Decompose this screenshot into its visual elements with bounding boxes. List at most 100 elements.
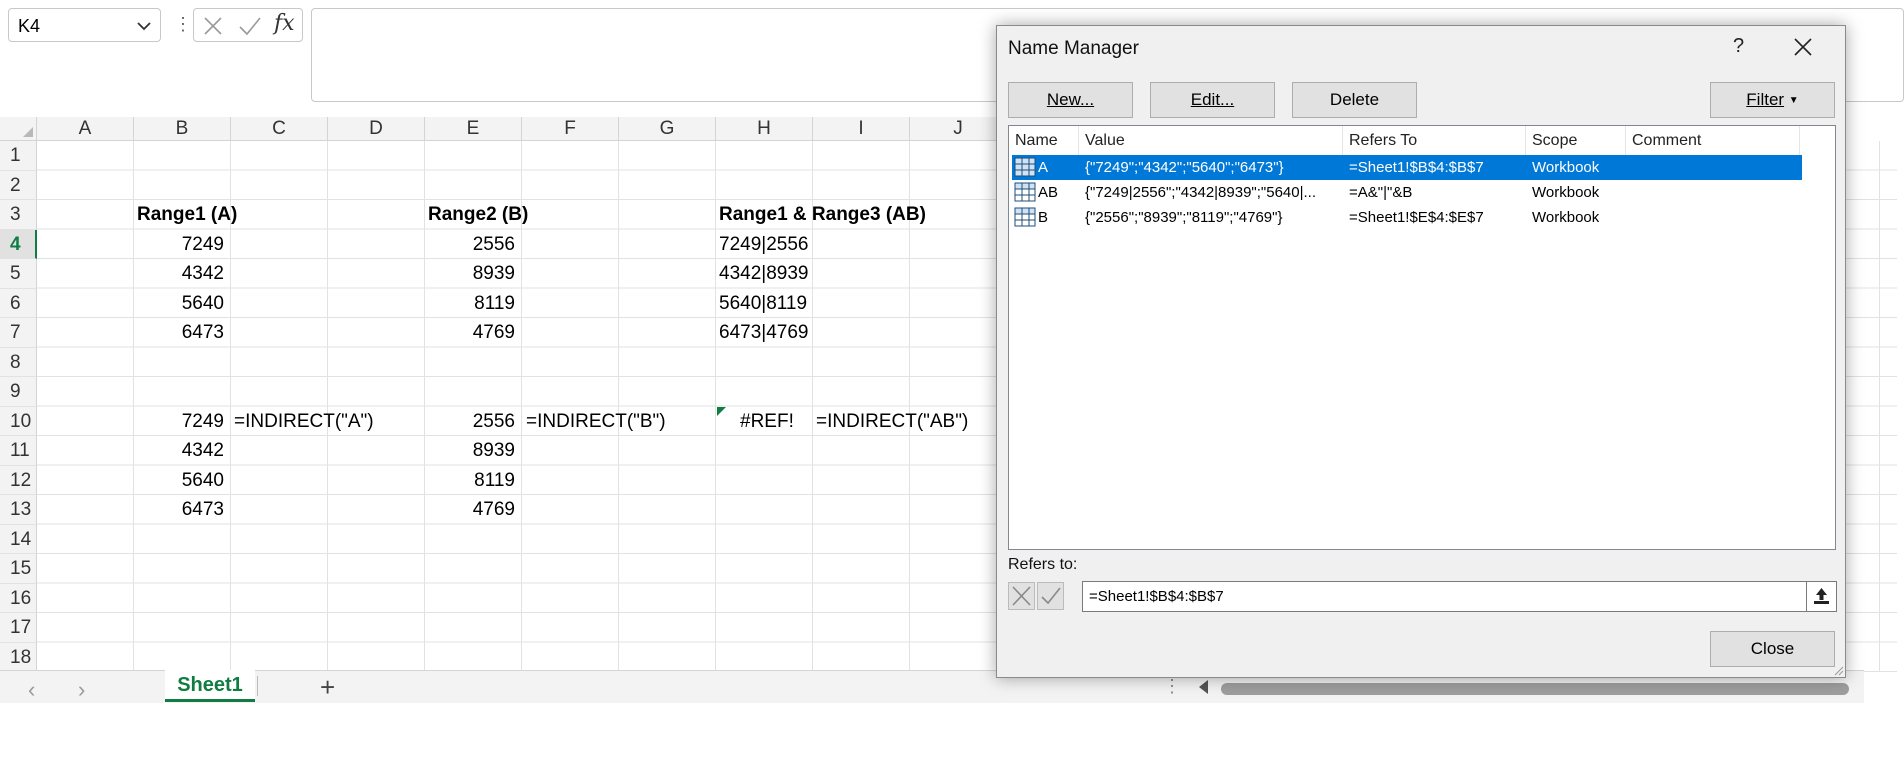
check-icon[interactable]	[238, 15, 262, 37]
row-header[interactable]: 9	[0, 377, 37, 407]
col-comment-header[interactable]: Comment	[1626, 126, 1800, 156]
column-header[interactable]: G	[619, 117, 716, 141]
row-header[interactable]: 2	[0, 170, 37, 200]
close-button[interactable]: Close	[1710, 631, 1835, 667]
cell-h10[interactable]: #REF!	[740, 407, 794, 437]
filter-button[interactable]: Filter ▼	[1710, 82, 1835, 118]
cell-e6[interactable]: 8119	[425, 289, 515, 319]
resize-grip-icon[interactable]	[1832, 664, 1844, 676]
cell-b6[interactable]: 5640	[134, 289, 224, 319]
cell-h6[interactable]: 5640|8119	[719, 289, 807, 319]
cancel-icon[interactable]	[202, 15, 224, 37]
chevron-left-icon[interactable]: ‹	[28, 677, 35, 703]
col-scope-header[interactable]: Scope	[1526, 126, 1626, 156]
cell-e11[interactable]: 8939	[425, 436, 515, 466]
refers-to-input[interactable]: =Sheet1!$B$4:$B$7	[1082, 581, 1807, 612]
column-header[interactable]: D	[328, 117, 425, 141]
cell-b12[interactable]: 5640	[134, 466, 224, 496]
row-header[interactable]: 17	[0, 613, 37, 643]
edit-button-label: Edit...	[1190, 90, 1235, 109]
cell-h5[interactable]: 4342|8939	[719, 259, 808, 289]
error-indicator-icon[interactable]	[717, 406, 726, 416]
name-cell: B	[1038, 209, 1049, 226]
cell-e5[interactable]: 8939	[425, 259, 515, 289]
cell-b7[interactable]: 6473	[134, 318, 224, 348]
cell-e10[interactable]: 2556	[425, 407, 515, 437]
row-header[interactable]: 8	[0, 347, 37, 377]
delete-button[interactable]: Delete	[1292, 82, 1417, 118]
dialog-title: Name Manager	[1008, 38, 1139, 59]
row-header[interactable]: 13	[0, 495, 37, 525]
names-list[interactable]: Name Value Refers To Scope Comment A {"7…	[1008, 125, 1836, 550]
edit-button[interactable]: Edit...	[1150, 82, 1275, 118]
column-header[interactable]: B	[134, 117, 231, 141]
row-header[interactable]: 18	[0, 642, 37, 672]
cell-h4[interactable]: 7249|2556	[719, 230, 808, 260]
cell-b13[interactable]: 6473	[134, 495, 224, 525]
col-name-header[interactable]: Name	[1009, 126, 1079, 156]
column-header[interactable]: J	[910, 117, 1007, 141]
row-header[interactable]: 15	[0, 554, 37, 584]
cell-e3[interactable]: Range2 (B)	[428, 200, 528, 230]
column-header[interactable]: F	[522, 117, 619, 141]
new-button[interactable]: New...	[1008, 82, 1133, 118]
name-cell: AB	[1038, 184, 1059, 201]
list-item[interactable]: B {"2556";"8939";"8119";"4769"} =Sheet1!…	[1012, 205, 1802, 230]
cell-b11[interactable]: 4342	[134, 436, 224, 466]
row-header-selected[interactable]: 4	[0, 229, 37, 259]
row-header[interactable]: 16	[0, 583, 37, 613]
help-button[interactable]: ?	[1733, 35, 1744, 58]
row-header[interactable]: 12	[0, 465, 37, 495]
cell-b4[interactable]: 7249	[134, 230, 224, 260]
check-icon[interactable]	[1037, 582, 1064, 610]
scroll-split-handle[interactable]: ⋮	[1163, 676, 1181, 697]
name-box-value: K4	[18, 16, 41, 36]
filter-button-label: Filter	[1746, 90, 1785, 109]
row-header[interactable]: 3	[0, 200, 37, 230]
row-header[interactable]: 7	[0, 318, 37, 348]
row-headers: 1 2 3 4 5 6 7 8 9 10 11 12 13 14 15 16 1…	[0, 141, 37, 672]
close-icon[interactable]	[1792, 36, 1814, 58]
cell-h3[interactable]: Range1 & Range3 (AB)	[719, 200, 926, 230]
list-item[interactable]: A {"7249";"4342";"5640";"6473"} =Sheet1!…	[1012, 155, 1802, 180]
cell-e12[interactable]: 8119	[425, 466, 515, 496]
cell-h7[interactable]: 6473|4769	[719, 318, 808, 348]
cell-b3[interactable]: Range1 (A)	[137, 200, 237, 230]
row-header[interactable]: 11	[0, 436, 37, 466]
horizontal-scrollbar-thumb[interactable]	[1221, 683, 1849, 695]
cancel-icon[interactable]	[1008, 582, 1035, 610]
column-header[interactable]: E	[425, 117, 522, 141]
new-button-label: New...	[1046, 90, 1095, 109]
row-header[interactable]: 5	[0, 259, 37, 289]
column-header[interactable]: I	[813, 117, 910, 141]
col-refers-header[interactable]: Refers To	[1343, 126, 1526, 156]
sheet-tab-sheet1[interactable]: Sheet1	[165, 670, 255, 702]
cell-f10[interactable]: =INDIRECT("B")	[526, 407, 666, 437]
cell-i10[interactable]: =INDIRECT("AB")	[816, 407, 968, 437]
list-item[interactable]: AB {"7249|2556";"4342|8939";"5640|... =A…	[1012, 180, 1802, 205]
more-options-icon[interactable]: ⋮	[174, 12, 192, 36]
cell-e13[interactable]: 4769	[425, 495, 515, 525]
chevron-down-icon[interactable]	[134, 17, 154, 35]
column-header[interactable]: H	[716, 117, 813, 141]
select-all-corner[interactable]	[0, 117, 37, 141]
cell-c10[interactable]: =INDIRECT("A")	[234, 407, 374, 437]
row-header[interactable]: 10	[0, 406, 37, 436]
cell-e4[interactable]: 2556	[425, 230, 515, 260]
column-header[interactable]: C	[231, 117, 328, 141]
table-icon	[1014, 207, 1036, 227]
cell-b10[interactable]: 7249	[134, 407, 224, 437]
row-header[interactable]: 1	[0, 141, 37, 171]
cell-e7[interactable]: 4769	[425, 318, 515, 348]
name-box[interactable]: K4	[8, 8, 161, 42]
chevron-right-icon[interactable]: ›	[78, 677, 85, 703]
row-header[interactable]: 6	[0, 288, 37, 318]
row-header[interactable]: 14	[0, 524, 37, 554]
fx-icon[interactable]: fx	[274, 11, 295, 36]
column-header[interactable]: A	[37, 117, 134, 141]
collapse-dialog-icon[interactable]	[1806, 581, 1837, 612]
cell-b5[interactable]: 4342	[134, 259, 224, 289]
scroll-left-icon[interactable]	[1199, 680, 1208, 694]
add-sheet-button[interactable]: +	[320, 672, 335, 703]
col-value-header[interactable]: Value	[1079, 126, 1343, 156]
